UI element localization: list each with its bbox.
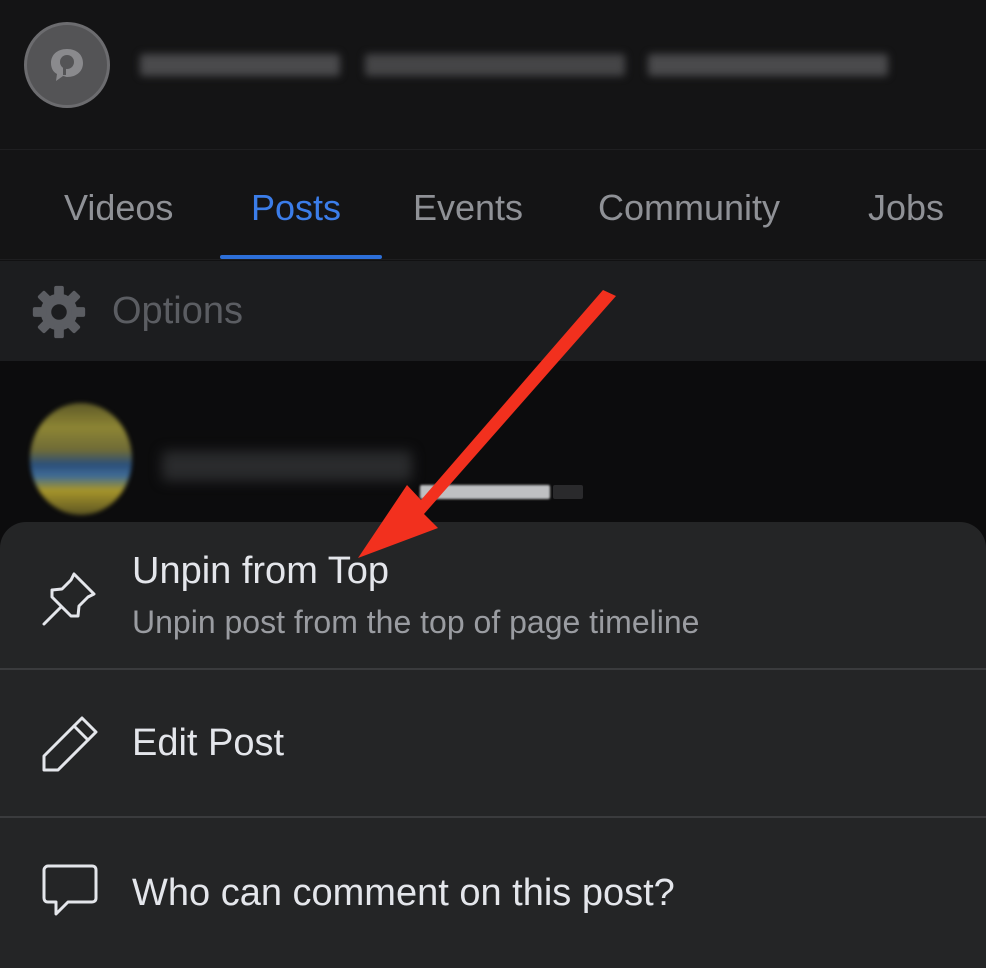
tab-posts[interactable]: Posts xyxy=(251,184,341,260)
unpin-subtitle: Unpin post from the top of page timeline xyxy=(132,604,700,640)
pin-icon xyxy=(42,572,96,626)
options-label: Options xyxy=(112,290,243,332)
post-author-avatar xyxy=(30,403,132,515)
tab-jobs[interactable]: Jobs xyxy=(868,184,944,260)
who-can-comment-item[interactable]: Who can comment on this post? xyxy=(0,818,986,968)
page-logo-icon xyxy=(51,49,83,81)
comment-icon xyxy=(42,864,98,916)
redacted-post-meta xyxy=(420,485,550,499)
gear-icon xyxy=(32,285,86,339)
unpin-title: Unpin from Top xyxy=(132,550,389,592)
tab-videos[interactable]: Videos xyxy=(64,184,173,260)
tab-community[interactable]: Community xyxy=(598,184,780,260)
unpin-from-top-item[interactable]: Unpin from Top Unpin post from the top o… xyxy=(0,522,986,668)
redacted-author-name xyxy=(162,451,412,481)
screen: Videos Posts Events Community Jobs Optio… xyxy=(0,0,986,968)
redacted-page-name xyxy=(365,54,625,76)
options-button[interactable]: Options xyxy=(0,261,986,361)
page-avatar[interactable] xyxy=(24,22,110,108)
tab-events[interactable]: Events xyxy=(413,184,523,260)
who-can-comment-title: Who can comment on this post? xyxy=(132,872,675,914)
page-header xyxy=(0,0,986,150)
tab-bar: Videos Posts Events Community Jobs xyxy=(0,150,986,260)
active-tab-indicator xyxy=(220,255,382,259)
edit-post-item[interactable]: Edit Post xyxy=(0,670,986,816)
redacted-post-meta xyxy=(553,485,583,499)
pencil-icon xyxy=(42,716,98,772)
edit-post-title: Edit Post xyxy=(132,722,285,764)
redacted-page-name xyxy=(648,54,888,76)
redacted-page-name xyxy=(140,54,340,76)
post-actions-sheet: Unpin from Top Unpin post from the top o… xyxy=(0,522,986,968)
